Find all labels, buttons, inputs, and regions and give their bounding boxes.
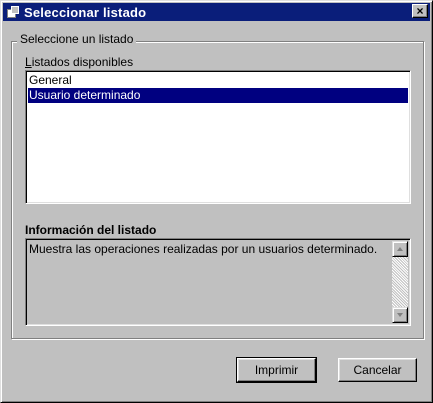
title-bar[interactable]: Seleccionar listado × bbox=[3, 3, 430, 21]
list-label-mnemonic: L bbox=[25, 55, 32, 69]
app-window-icon bbox=[5, 4, 21, 20]
close-button[interactable]: × bbox=[412, 4, 428, 18]
dialog-window: Seleccionar listado × Seleccione un list… bbox=[0, 0, 433, 403]
group-legend: Seleccione un listado bbox=[17, 32, 137, 46]
list-item-usuario-determinado[interactable]: Usuario determinado bbox=[28, 88, 408, 103]
close-icon: × bbox=[416, 4, 424, 18]
info-heading: Información del listado bbox=[25, 223, 157, 237]
window-title: Seleccionar listado bbox=[24, 4, 147, 20]
info-textbox[interactable]: Muestra las operaciones realizadas por u… bbox=[25, 238, 411, 326]
cancel-button[interactable]: Cancelar bbox=[338, 358, 417, 382]
scroll-up-button[interactable] bbox=[392, 241, 408, 257]
arrow-down-icon bbox=[397, 313, 403, 317]
list-label: Listados disponibles bbox=[25, 55, 133, 69]
arrow-up-icon bbox=[397, 247, 403, 251]
available-lists-listbox[interactable]: General Usuario determinado bbox=[25, 70, 411, 204]
scroll-down-button[interactable] bbox=[392, 307, 408, 323]
list-item-general[interactable]: General bbox=[28, 73, 408, 88]
info-scrollbar[interactable] bbox=[392, 241, 408, 323]
print-button[interactable]: Imprimir bbox=[236, 357, 317, 383]
info-description: Muestra las operaciones realizadas por u… bbox=[29, 242, 378, 256]
list-label-text: istados disponibles bbox=[31, 55, 134, 69]
